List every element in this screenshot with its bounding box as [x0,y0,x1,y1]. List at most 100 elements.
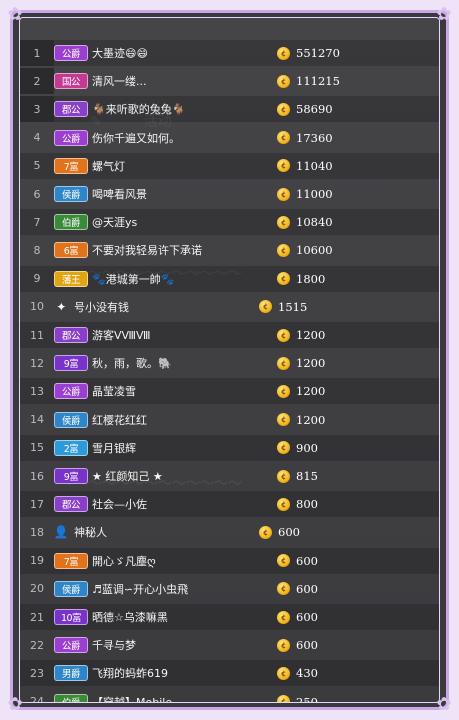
user-name[interactable]: 神秘人 [74,524,259,540]
ranking-row[interactable]: 8 6富 不要对我轻易许下承诺 ¢ 10600 [20,237,439,263]
user-name[interactable]: 雪月银辉 [92,440,277,456]
coin-amount: 551270 [296,46,340,60]
ranking-row[interactable]: 4 公爵 伤你千遍又如何。 ¢ 17360 [20,125,439,151]
corner-flower-icon: ✿ [436,4,452,25]
coin-icon: ¢ [277,272,290,286]
rank-number: 9 [33,272,41,286]
rank-number: 10 [30,300,44,314]
coin-icon: ¢ [277,497,290,511]
ranking-row[interactable]: 6 侯爵 喝啤看风景 ¢ 11000 [20,181,439,207]
rank-badge: 公爵 [54,129,88,146]
ranking-row[interactable]: 21 10富 晒德☆乌漆嘛黑 ¢ 600 [20,604,439,630]
user-name[interactable]: 千寻与梦 [92,637,277,653]
coin-icon: ¢ [277,46,290,60]
ranking-row[interactable]: 2 国公 清风一缕... ¢ 111215 [20,68,439,95]
rank-badge: 国公 [54,73,88,90]
user-name[interactable]: 不要对我轻易许下承诺 [92,242,277,258]
coin-amount: 600 [296,553,318,568]
coin-icon: ¢ [277,102,290,116]
rank-number: 18 [30,525,44,539]
rank-number: 5 [33,159,41,173]
ranking-row[interactable]: 15 2富 雪月银辉 ¢ 900 [20,434,439,461]
coin-icon: ¢ [277,187,290,201]
user-name[interactable]: 号小没有钱 [74,299,259,315]
rank-number: 12 [30,356,44,370]
coin-icon: ¢ [277,159,290,173]
rank-badge: 9富 [54,468,88,484]
user-name[interactable]: 晶莹凌雪 [92,383,277,399]
coin-icon: ¢ [277,610,290,624]
coin-icon: ¢ [277,413,290,427]
user-name[interactable]: 🐐来听歌的兔兔🐐 [92,101,277,117]
coin-icon: ¢ [277,384,290,398]
ranking-row[interactable]: 20 侯爵 ♬蓝调∽开心小虫飛 ¢ 600 [20,576,439,602]
rank-number: 16 [30,469,44,483]
user-name[interactable]: 螺气灯 [92,158,277,174]
ranking-row[interactable]: 11 郡公 游客VⅧⅧ ¢ 1200 [20,322,439,348]
coin-amount: 10840 [296,215,333,230]
coin-amount: 600 [278,525,300,540]
user-name[interactable]: 開心ゞ凡塵ღ [92,553,277,569]
ranking-row[interactable]: 23 男爵 飞翔的蚂蚱619 ¢ 430 [20,660,439,687]
rank-number: 2 [20,68,54,95]
ranking-row[interactable]: 17 郡公 社会—小佐 ¢ 800 [20,491,439,518]
coin-amount: 1200 [296,328,326,342]
rank-badge: ✦ [56,299,66,314]
coin-amount: 800 [296,497,318,512]
user-name[interactable]: 🐾港城第一帥🐾 [92,271,277,287]
user-name[interactable]: 飞翔的蚂蚱619 [92,665,277,681]
user-name[interactable]: 秋，雨，歌。🐘 [92,355,277,371]
coin-icon: ¢ [277,469,290,483]
coin-icon: ¢ [277,695,290,702]
ranking-row[interactable]: 19 7富 開心ゞ凡塵ღ ¢ 600 [20,547,439,574]
coin-icon: ¢ [277,554,290,568]
coin-amount: 17360 [296,130,333,145]
rank-number: 14 [30,413,44,427]
coin-icon: ¢ [259,300,272,314]
user-name[interactable]: 红樱花红红 [92,412,277,428]
ranking-row[interactable]: 5 7富 螺气灯 ¢ 11040 [20,152,439,179]
coin-icon: ¢ [277,243,290,257]
rank-number: 1 [20,40,54,66]
coin-amount: 10600 [296,243,333,258]
coin-icon: ¢ [277,638,290,652]
user-name[interactable]: 大墨迹😄😄 [92,45,277,61]
ranking-row[interactable]: 16 9富 ★ 红颜知己 ★ ¢ 815 [20,463,439,489]
rank-number: 8 [33,243,41,257]
rank-badge: 郡公 [54,101,88,118]
user-name[interactable]: 伤你千遍又如何。 [92,130,277,146]
ranking-row[interactable]: 9 藩王 🐾港城第一帥🐾 ¢ 1800 [20,265,439,292]
user-name[interactable]: @天涯ys [92,214,277,230]
coin-icon: ¢ [277,74,290,88]
ranking-row[interactable]: 24伯爵【穿越】Mobile¢250 [20,689,439,702]
ranking-row[interactable]: 10 ✦ 号小没有钱 ¢ 1515 [20,294,439,320]
rank-number: 21 [30,610,44,624]
ranking-row[interactable]: 1 公爵 大墨迹😄😄 ¢ 551270 [20,40,439,66]
user-name[interactable]: 游客VⅧⅧ [92,327,277,343]
corner-flower-icon: ✿ [7,4,23,25]
ranking-row[interactable]: 22 公爵 千寻与梦 ¢ 600 [20,632,439,658]
rank-number: 11 [30,328,44,342]
user-name[interactable]: ★ 红颜知己 ★ [92,468,277,484]
user-name[interactable]: 晒德☆乌漆嘛黑 [92,609,277,625]
user-name[interactable]: 喝啤看风景 [92,186,277,202]
rank-number: 20 [30,582,44,596]
rank-number: 7 [33,215,41,229]
user-name[interactable]: 清风一缕... [92,73,277,89]
user-name[interactable]: 【穿越】Mobile [92,694,277,702]
coin-icon: ¢ [277,328,290,342]
rank-badge: 7富 [54,552,88,569]
user-name[interactable]: ♬蓝调∽开心小虫飛 [92,581,277,597]
ranking-row[interactable]: 3 郡公 🐐来听歌的兔兔🐐 ¢ 58690 [20,96,439,123]
rank-badge: 伯爵 [54,214,88,231]
user-name[interactable]: 社会—小佐 [92,496,277,512]
ranking-row[interactable]: 13 公爵 晶莹凌雪 ¢ 1200 [20,378,439,405]
coin-icon: ¢ [277,356,290,370]
coin-amount: 11000 [296,187,333,201]
ranking-row[interactable]: 7 伯爵 @天涯ys ¢ 10840 [20,209,439,236]
ranking-row[interactable]: 12 9富 秋，雨，歌。🐘 ¢ 1200 [20,350,439,376]
rank-badge: 10富 [54,609,88,625]
coin-icon: ¢ [277,582,290,596]
ranking-row[interactable]: 14 侯爵 红樱花红红 ¢ 1200 [20,407,439,433]
ranking-row[interactable]: 18 👤 神秘人 ¢ 600 [20,519,439,545]
